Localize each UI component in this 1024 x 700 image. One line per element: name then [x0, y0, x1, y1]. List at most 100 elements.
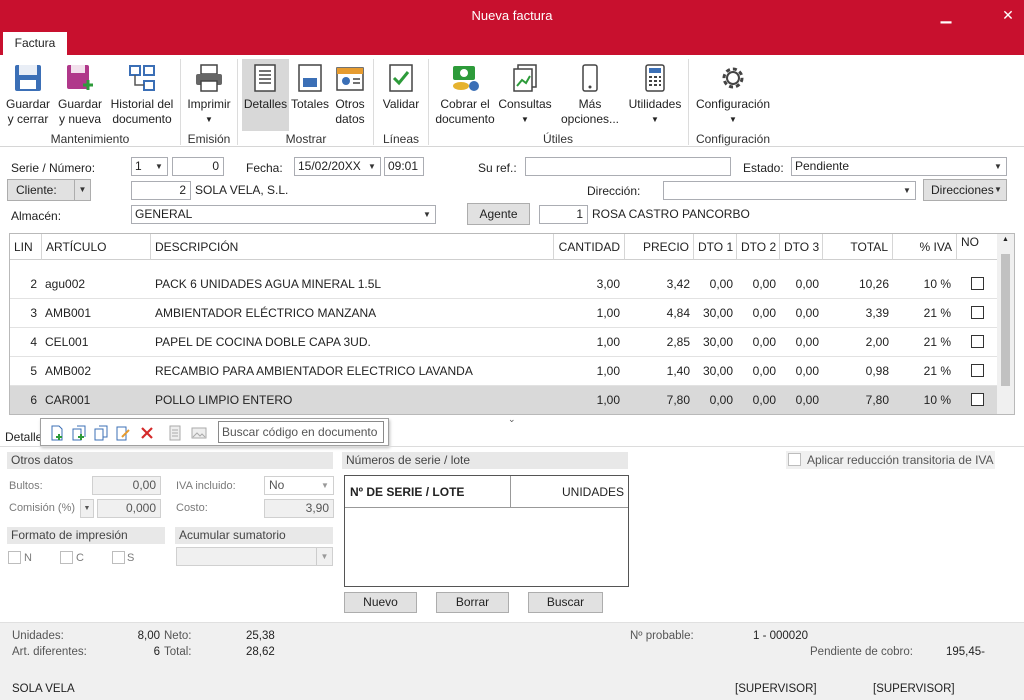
cliente-code-field[interactable]: 2	[131, 181, 191, 200]
col-dto1[interactable]: DTO 1	[694, 234, 737, 260]
table-row[interactable]: 4 CEL001 PAPEL DE COCINA DOBLE CAPA 3UD. 1,…	[10, 328, 998, 357]
col-dto3[interactable]: DTO 3	[780, 234, 823, 260]
search-code-input[interactable]: Buscar código en documento	[218, 421, 384, 443]
direccion-select[interactable]: ▼	[663, 181, 916, 200]
cell-cantidad[interactable]: 1,00	[554, 357, 620, 386]
cell-dto1[interactable]: 0,00	[694, 270, 733, 299]
cell-dto1[interactable]: 30,00	[694, 357, 733, 386]
cell-articulo[interactable]: CAR001	[45, 386, 145, 414]
cell-articulo[interactable]: CEL001	[45, 328, 145, 357]
cliente-button[interactable]: Cliente: ▼	[7, 179, 91, 201]
reduccion-checkbox[interactable]	[788, 453, 801, 466]
cell-lin[interactable]: 3	[10, 299, 37, 328]
col-dto2[interactable]: DTO 2	[737, 234, 780, 260]
cell-precio[interactable]: 4,84	[625, 299, 690, 328]
minimize-button[interactable]: ▁	[931, 4, 961, 26]
comision-dropdown[interactable]: ▼	[80, 499, 94, 518]
utilities-dropdown-icon[interactable]: ▼	[626, 112, 684, 127]
print-button[interactable]: Imprimir ▼	[186, 59, 232, 127]
acumular-select[interactable]: ▼	[176, 547, 333, 566]
cell-precio[interactable]: 7,80	[625, 386, 690, 414]
collect-button[interactable]: Cobrar el documento	[434, 59, 496, 127]
col-articulo[interactable]: ARTÍCULO	[42, 234, 151, 260]
utilities-button[interactable]: Utilidades ▼	[626, 59, 684, 127]
cell-cantidad[interactable]: 1,00	[554, 386, 620, 414]
cell-descripcion[interactable]: RECAMBIO PARA AMBIENTADOR ELECTRICO LAVA…	[155, 357, 545, 386]
cell-dto2[interactable]: 0,00	[737, 270, 776, 299]
more-options-button[interactable]: Más opciones...	[556, 59, 624, 127]
formato-s-checkbox[interactable]	[112, 551, 125, 564]
image-icon[interactable]	[191, 425, 207, 441]
col-descripcion[interactable]: DESCRIPCIÓN	[151, 234, 554, 260]
cell-dto1[interactable]: 30,00	[694, 328, 733, 357]
fecha-field[interactable]: 15/02/20XX ▼	[294, 157, 381, 176]
detalle-tab[interactable]: Detalle	[5, 430, 42, 444]
cell-total[interactable]: 3,39	[823, 299, 889, 328]
cell-dto3[interactable]: 0,00	[780, 357, 819, 386]
no-checkbox[interactable]	[971, 393, 984, 406]
comision-field[interactable]: 0,000	[97, 499, 161, 518]
no-checkbox[interactable]	[971, 364, 984, 377]
save-new-button[interactable]: Guardar y nueva	[56, 59, 104, 127]
serie-col-header[interactable]: Nº DE SERIE / LOTE	[345, 476, 511, 508]
buscar-button[interactable]: Buscar	[528, 592, 603, 613]
cell-iva[interactable]: 21 %	[893, 328, 951, 357]
cell-precio[interactable]: 2,85	[625, 328, 690, 357]
cell-total[interactable]: 7,80	[823, 386, 889, 414]
queries-dropdown-icon[interactable]: ▼	[498, 112, 552, 127]
cell-cantidad[interactable]: 1,00	[554, 299, 620, 328]
formato-c-checkbox[interactable]	[60, 551, 73, 564]
cell-dto2[interactable]: 0,00	[737, 357, 776, 386]
cell-iva[interactable]: 10 %	[893, 270, 951, 299]
col-lin[interactable]: LIN	[10, 234, 42, 260]
cell-dto2[interactable]: 0,00	[737, 328, 776, 357]
cell-descripcion[interactable]: PACK 6 UNIDADES AGUA MINERAL 1.5L	[155, 270, 545, 299]
cell-descripcion[interactable]: AMBIENTADOR ELÉCTRICO MANZANA	[155, 299, 545, 328]
col-no[interactable]: NO	[957, 234, 998, 260]
cell-iva[interactable]: 21 %	[893, 357, 951, 386]
cell-dto2[interactable]: 0,00	[737, 299, 776, 328]
col-precio[interactable]: PRECIO	[625, 234, 694, 260]
no-checkbox[interactable]	[971, 277, 984, 290]
table-row[interactable]: 6 CAR001 POLLO LIMPIO ENTERO 1,00 7,80 0,00 0,…	[10, 386, 998, 414]
other-data-button[interactable]: Otros datos	[332, 59, 368, 127]
save-close-button[interactable]: Guardar y cerrar	[4, 59, 52, 127]
cell-dto1[interactable]: 0,00	[694, 386, 733, 414]
cell-iva[interactable]: 10 %	[893, 386, 951, 414]
almacen-select[interactable]: GENERAL ▼	[131, 205, 436, 224]
close-button[interactable]: ✕	[993, 4, 1023, 26]
col-total[interactable]: TOTAL	[823, 234, 893, 260]
direcciones-button[interactable]: Direcciones ▼	[923, 179, 1007, 201]
queries-button[interactable]: Consultas ▼	[498, 59, 552, 127]
cell-dto1[interactable]: 30,00	[694, 299, 733, 328]
table-row[interactable]: 5 AMB002 RECAMBIO PARA AMBIENTADOR ELECTRI…	[10, 357, 998, 386]
no-checkbox[interactable]	[971, 335, 984, 348]
cell-articulo[interactable]: AMB002	[45, 357, 145, 386]
bultos-field[interactable]: 0,00	[92, 476, 161, 495]
cell-dto3[interactable]: 0,00	[780, 270, 819, 299]
cell-lin[interactable]: 5	[10, 357, 37, 386]
scroll-up-icon[interactable]: ▲	[1000, 236, 1011, 243]
nuevo-button[interactable]: Nuevo	[344, 592, 417, 613]
table-row[interactable]: 2 agu002 PACK 6 UNIDADES AGUA MINERAL 1.5L…	[10, 270, 998, 299]
cell-lin[interactable]: 2	[10, 270, 37, 299]
cell-articulo[interactable]: AMB001	[45, 299, 145, 328]
cell-precio[interactable]: 1,40	[625, 357, 690, 386]
expand-chevron-icon[interactable]: ⌄	[508, 414, 516, 425]
print-dropdown-icon[interactable]: ▼	[186, 112, 232, 127]
col-iva[interactable]: % IVA	[893, 234, 957, 260]
cell-dto3[interactable]: 0,00	[780, 299, 819, 328]
scroll-thumb[interactable]	[1001, 254, 1010, 386]
delete-line-icon[interactable]	[139, 425, 155, 441]
cell-descripcion[interactable]: PAPEL DE COCINA DOBLE CAPA 3UD.	[155, 328, 545, 357]
cell-lin[interactable]: 4	[10, 328, 37, 357]
borrar-button[interactable]: Borrar	[436, 592, 509, 613]
agente-button[interactable]: Agente	[467, 203, 530, 225]
serie-select[interactable]: 1 ▼	[131, 157, 168, 176]
cell-dto2[interactable]: 0,00	[737, 386, 776, 414]
col-cantidad[interactable]: CANTIDAD	[554, 234, 625, 260]
cell-iva[interactable]: 21 %	[893, 299, 951, 328]
totals-button[interactable]: Totales	[290, 59, 330, 112]
cell-articulo[interactable]: agu002	[45, 270, 145, 299]
agente-code-field[interactable]: 1	[539, 205, 588, 224]
